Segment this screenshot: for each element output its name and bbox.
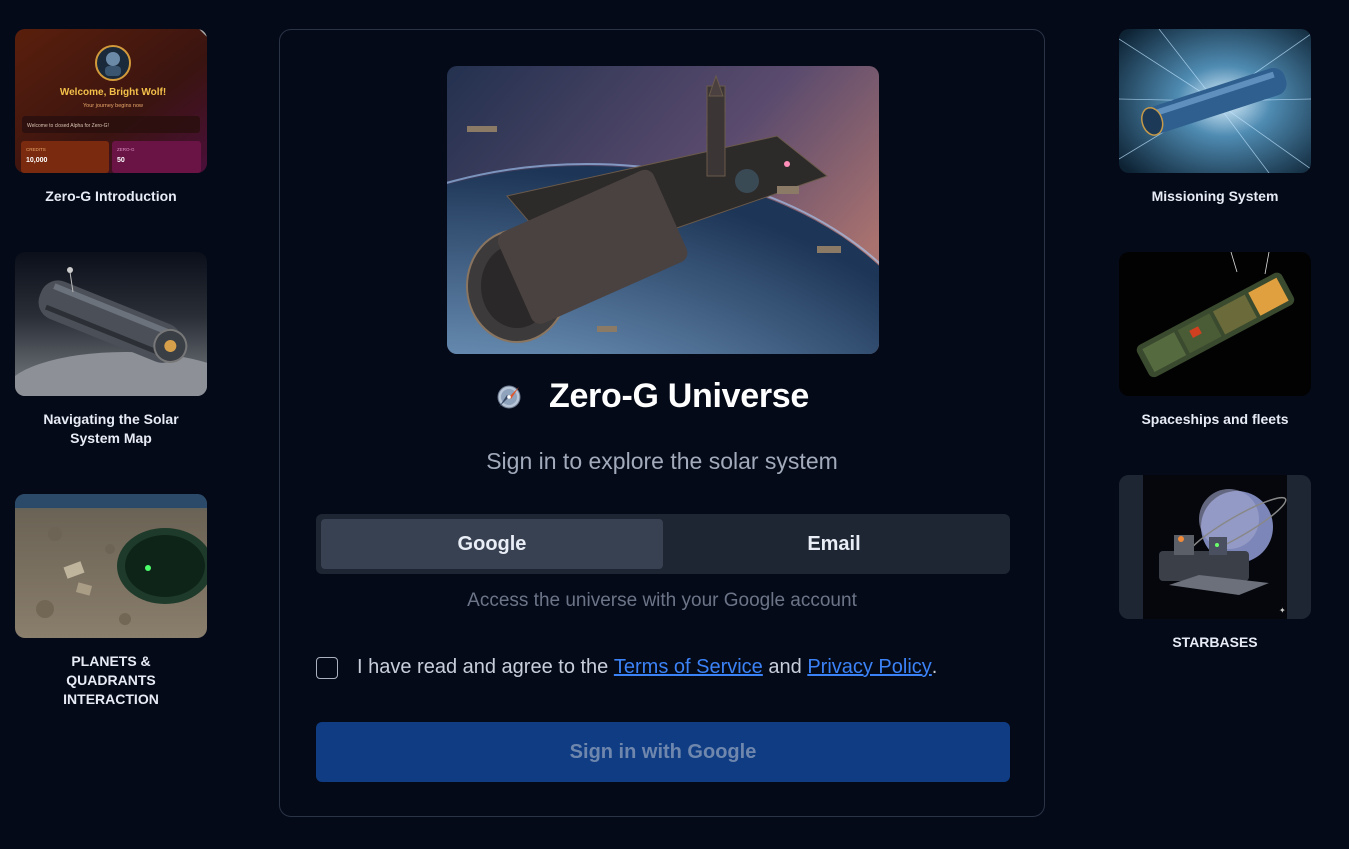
intro-message-text: Welcome to closed Alpha for Zero-G! bbox=[27, 123, 109, 129]
terms-agreement: I have read and agree to the Terms of Se… bbox=[316, 656, 937, 679]
compass-icon bbox=[497, 385, 521, 408]
page: Welcome, Bright Wolf! Your journey begin… bbox=[0, 0, 1349, 849]
video-thumbnail-missioning[interactable] bbox=[1119, 29, 1311, 173]
video-card-missioning-system[interactable]: Missioning System bbox=[1119, 29, 1311, 206]
login-subtitle: Sign in to explore the solar system bbox=[486, 448, 838, 474]
intro-welcome-text: Welcome, Bright Wolf! bbox=[60, 87, 166, 98]
svg-text:✦: ✦ bbox=[1279, 606, 1286, 615]
login-panel: Zero-G Universe Sign in to explore the s… bbox=[279, 29, 1045, 817]
card-label: Missioning System bbox=[1151, 188, 1279, 204]
card-label: Navigating the Solar System Map bbox=[43, 411, 179, 446]
video-thumbnail-intro[interactable]: Welcome, Bright Wolf! Your journey begin… bbox=[15, 29, 207, 173]
warp-ship-image bbox=[1119, 29, 1311, 173]
intro-zero-g-label: ZERO-G bbox=[117, 147, 135, 152]
video-card-navigating-solar-system-map[interactable]: Navigating the Solar System Map bbox=[15, 252, 207, 448]
terms-of-service-link[interactable]: Terms of Service bbox=[614, 656, 763, 679]
agree-suffix: . bbox=[931, 656, 938, 678]
starbase-image: ✦ bbox=[1119, 475, 1311, 619]
agree-prefix: I have read and agree to the bbox=[357, 656, 609, 678]
intro-zero-g-value: 50 bbox=[117, 157, 125, 164]
space-city-illustration bbox=[447, 66, 879, 354]
video-thumbnail-navigating[interactable] bbox=[15, 252, 207, 396]
privacy-policy-link[interactable]: Privacy Policy bbox=[807, 656, 931, 679]
video-card-starbases[interactable]: ✦ STARBASES bbox=[1119, 475, 1311, 652]
card-label: Spaceships and fleets bbox=[1141, 411, 1289, 427]
intro-thumbnail-image: Welcome, Bright Wolf! Your journey begin… bbox=[15, 29, 207, 173]
hero-image bbox=[447, 66, 879, 354]
cargo-ship-image bbox=[1119, 252, 1311, 396]
video-card-spaceships-and-fleets[interactable]: Spaceships and fleets bbox=[1119, 252, 1311, 429]
tab-google[interactable]: Google bbox=[321, 519, 663, 569]
video-card-zero-g-introduction[interactable]: Welcome, Bright Wolf! Your journey begin… bbox=[15, 29, 207, 206]
video-card-planets-quadrants-interaction[interactable]: PLANETS & QUADRANTS INTERACTION bbox=[15, 494, 207, 709]
card-label: Zero-G Introduction bbox=[45, 188, 177, 204]
intro-credits-label: CREDITS bbox=[26, 147, 46, 152]
video-thumbnail-planets[interactable] bbox=[15, 494, 207, 638]
space-station-image bbox=[15, 252, 207, 396]
brand: Zero-G Universe bbox=[280, 377, 1044, 416]
video-thumbnail-spaceships[interactable] bbox=[1119, 252, 1311, 396]
intro-tagline-text: Your journey begins now bbox=[83, 103, 143, 109]
brand-title: Zero-G Universe bbox=[548, 377, 810, 415]
sign-in-with-google-button[interactable]: Sign in with Google bbox=[316, 722, 1010, 782]
intro-credits-value: 10,000 bbox=[26, 157, 48, 164]
card-label: STARBASES bbox=[1172, 634, 1258, 650]
video-thumbnail-starbases[interactable]: ✦ bbox=[1119, 475, 1311, 619]
agree-middle: and bbox=[768, 656, 802, 678]
terms-checkbox[interactable] bbox=[316, 656, 338, 679]
access-note: Access the universe with your Google acc… bbox=[467, 590, 857, 611]
card-label: PLANETS & QUADRANTS INTERACTION bbox=[63, 653, 159, 707]
sign-in-method-tabs: Google Email bbox=[316, 514, 1010, 574]
tab-email[interactable]: Email bbox=[663, 519, 1005, 569]
planet-surface-image bbox=[15, 494, 207, 638]
